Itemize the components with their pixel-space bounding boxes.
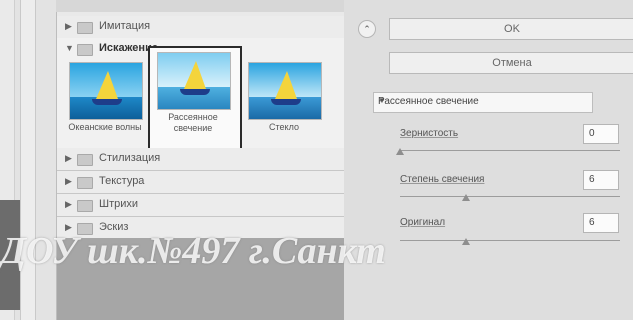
clear-amount-value: 6 [589,217,595,228]
glow-amount-slider-track[interactable] [400,196,620,197]
triangle-right-icon[interactable]: ▶ [65,199,72,210]
thumbnail-label: Рассеянное свечение [168,112,218,133]
folder-open-icon [77,44,93,56]
category-strokes[interactable]: ▶ Штрихи [57,194,344,217]
thumbnail-diffuse-glow[interactable] [157,52,231,110]
category-texture[interactable]: ▶ Текстура [57,171,344,194]
graininess-input[interactable]: 0 [583,124,619,144]
thumbnail-ocean-ripple[interactable] [69,62,143,120]
folder-icon [77,22,93,34]
folder-icon [77,200,93,212]
graininess-slider-track[interactable] [400,150,620,151]
param-label-graininess: Зернистость [400,128,459,139]
ok-button[interactable]: OK [389,18,633,40]
category-distort-expanded: ▼ Искажение Океанские волны Рассеянное с… [57,38,344,150]
cancel-button[interactable]: Отмена [389,52,633,74]
triangle-down-icon[interactable]: ▼ [65,43,74,53]
category-imitation[interactable]: ▶ Имитация [57,16,344,39]
filter-select[interactable]: Рассеянное свечение ▼ [373,92,593,113]
param-label-clear-amount: Оригинал [400,217,446,228]
chevron-up-icon[interactable]: ⌃ [358,20,376,38]
category-label: Имитация [99,20,151,32]
chevron-down-icon: ▼ [378,96,386,105]
triangle-right-icon[interactable]: ▶ [65,21,72,32]
folder-icon [77,154,93,166]
triangle-right-icon[interactable]: ▶ [65,153,72,164]
thumbnail-label: Стекло [269,122,299,132]
thumbnail-glass[interactable] [248,62,322,120]
category-stylize[interactable]: ▶ Стилизация [57,148,344,171]
category-label: Штрихи [99,198,139,210]
graininess-value: 0 [589,128,595,139]
glow-amount-slider-knob[interactable] [462,194,470,201]
category-label: Текстура [99,175,145,187]
watermark-text: ДОУ шк.№497 г.Санкт [0,230,386,272]
glow-amount-value: 6 [589,174,595,185]
category-label: Стилизация [99,152,161,164]
graininess-slider-knob[interactable] [396,148,404,155]
folder-icon [77,177,93,189]
glow-amount-input[interactable]: 6 [583,170,619,190]
param-label-glow-amount: Степень свечения [400,174,485,185]
triangle-right-icon[interactable]: ▶ [65,176,72,187]
thumbnail-label: Океанские волны [68,122,142,132]
